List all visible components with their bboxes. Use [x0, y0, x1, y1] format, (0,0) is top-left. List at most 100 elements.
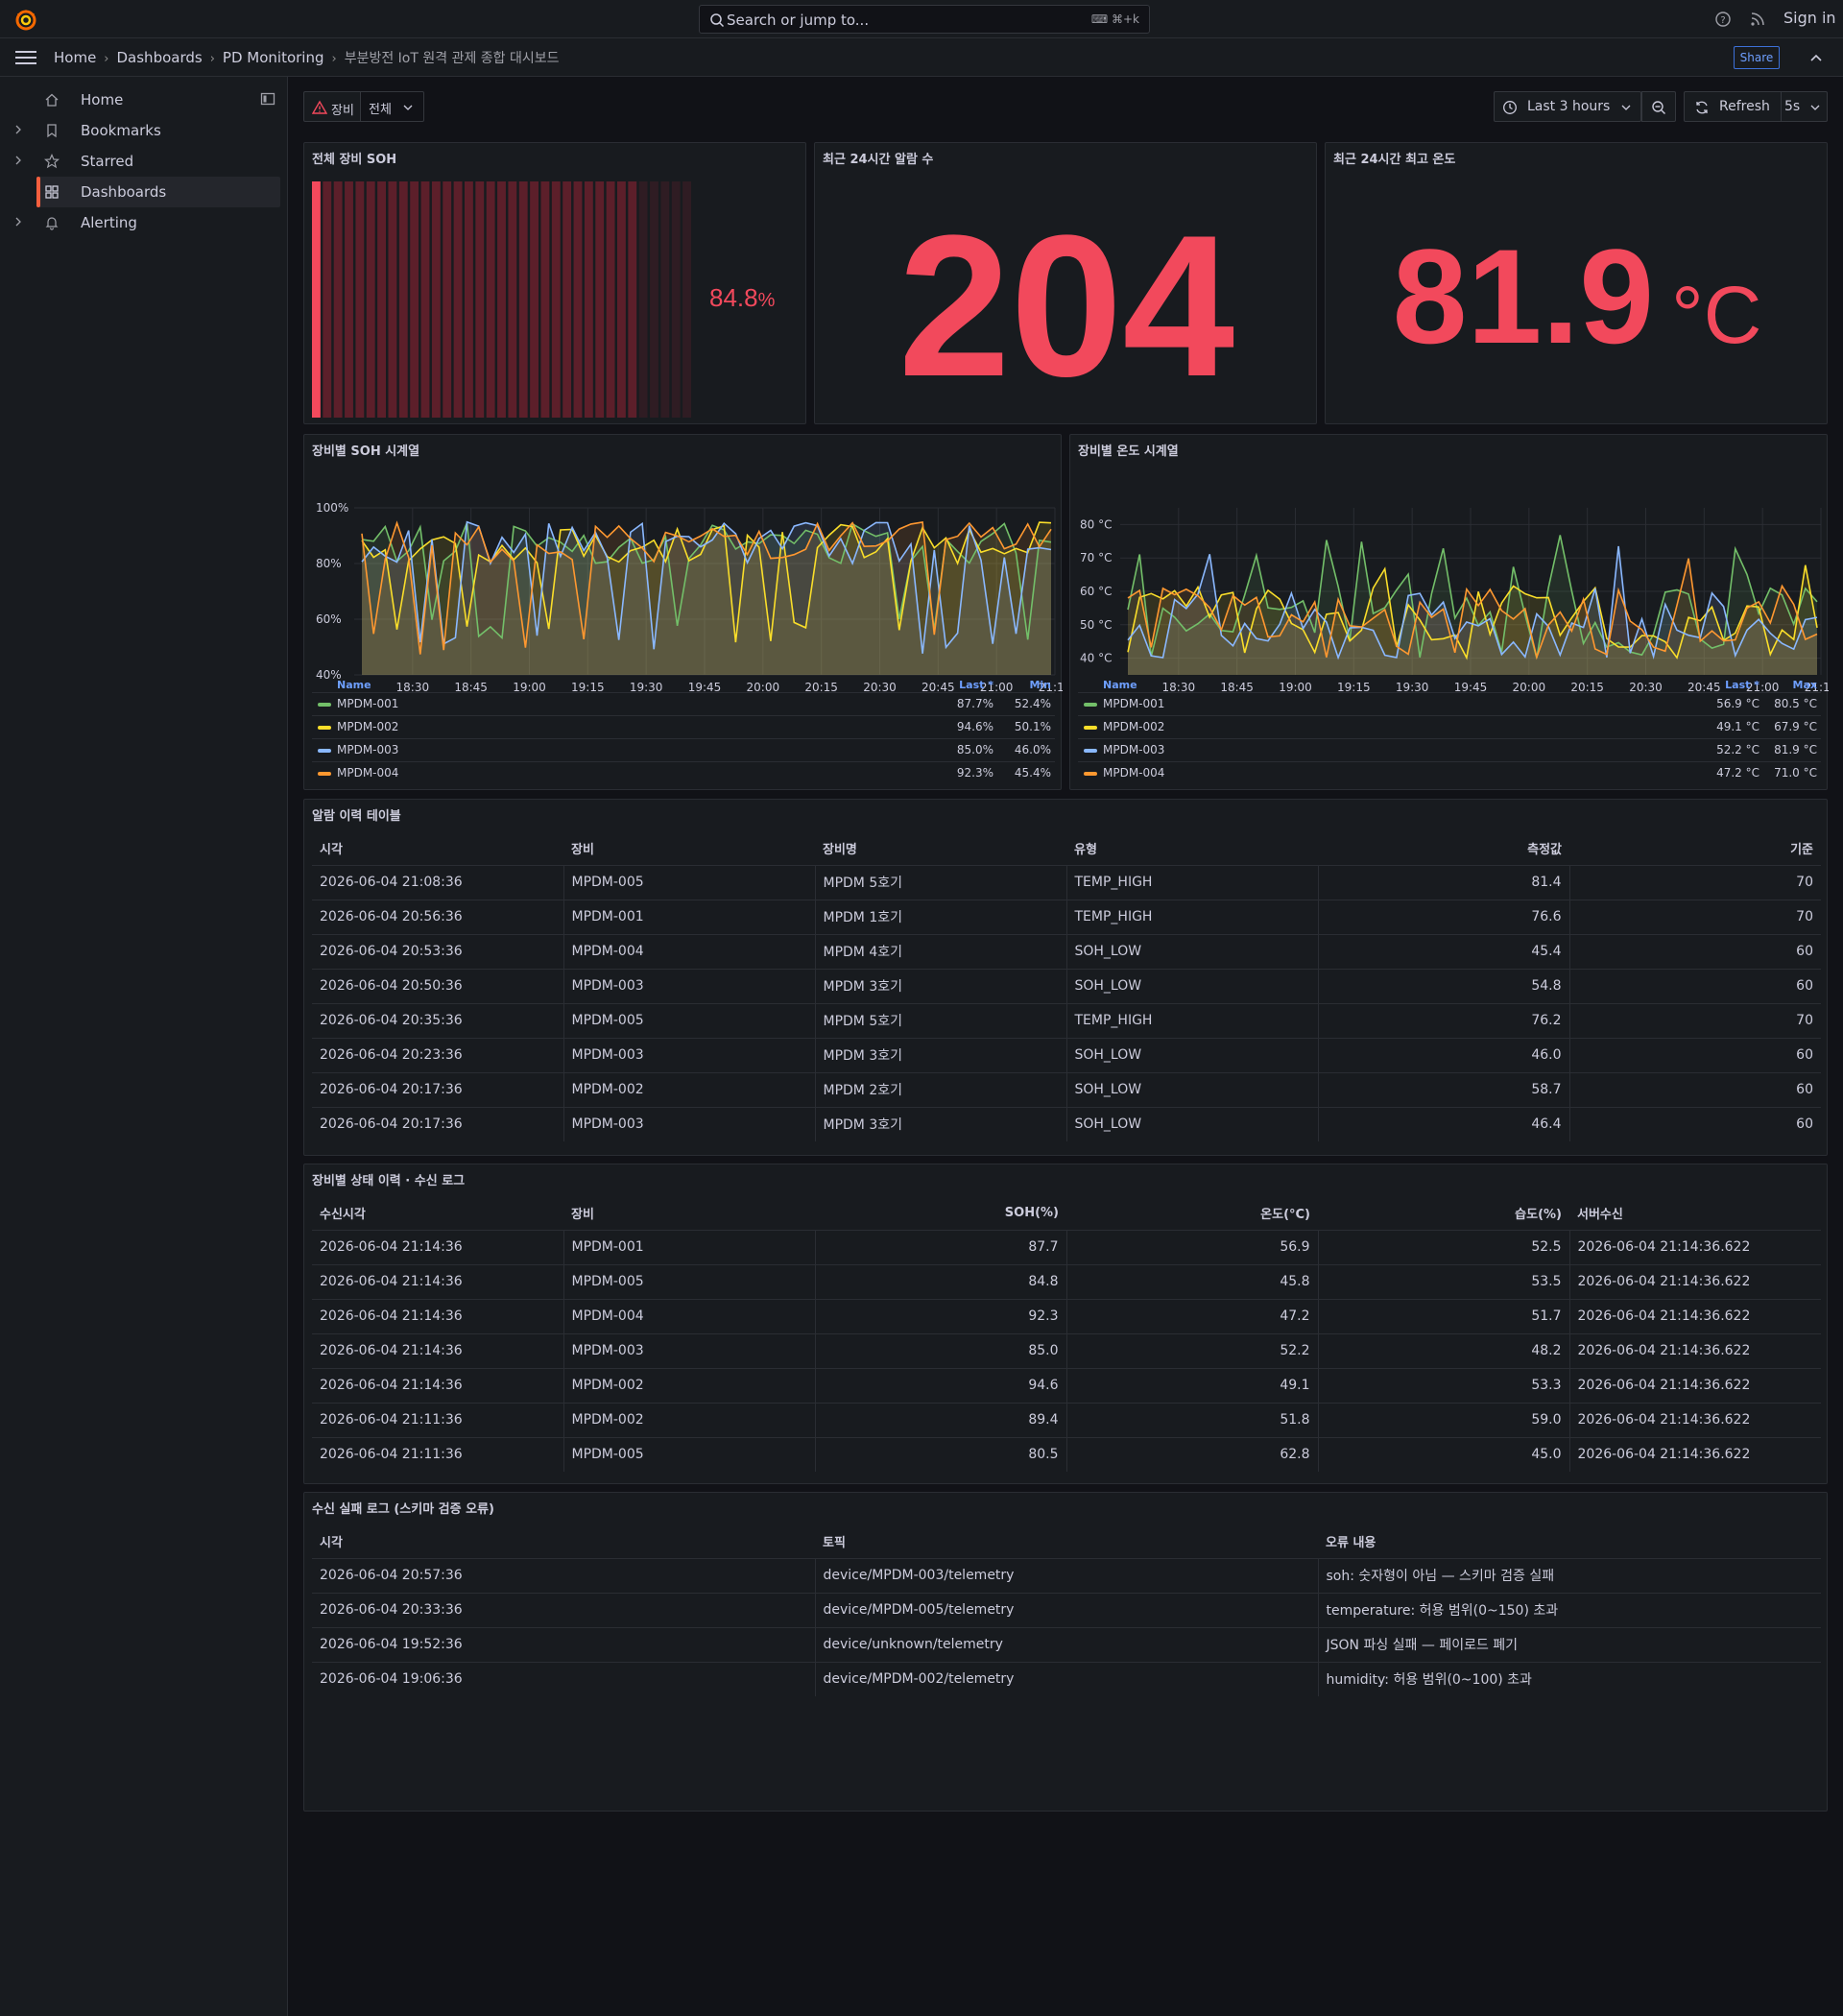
sign-in-link[interactable]: Sign in	[1783, 9, 1836, 27]
breadcrumb-bar: Home › Dashboards › PD Monitoring › 부분방전 IoT 원…	[0, 38, 1843, 77]
legend-row[interactable]: MPDM-004 47.2 °C 71.0 °C	[1078, 761, 1821, 784]
table-cell: device/MPDM-005/telemetry	[814, 1592, 1318, 1627]
table-cell: device/unknown/telemetry	[814, 1626, 1318, 1662]
column-header[interactable]: 유형	[1066, 832, 1318, 865]
legend-header-name[interactable]: Name	[1103, 679, 1137, 691]
receive-failure-panel: 수신 실패 로그 (스키마 검증 오류) 시각 토픽 오류 내용 2026-06…	[303, 1492, 1828, 1812]
legend-row[interactable]: MPDM-002 94.6% 50.1%	[312, 715, 1055, 738]
breadcrumb-dashboards[interactable]: Dashboards	[117, 49, 203, 66]
legend-header-stat[interactable]: Max	[1750, 679, 1817, 691]
max-temp-value: 81.9 °C	[1326, 225, 1829, 387]
table-row[interactable]: 2026-06-04 19:06:36 device/MPDM-002/telem…	[312, 1661, 1821, 1696]
table-row[interactable]: 2026-06-04 21:11:36 MPDM-002 89.4 51.8 59.0 2…	[312, 1402, 1821, 1437]
table-cell: 2026-06-04 21:14:36.622	[1568, 1367, 1821, 1403]
legend-header-name[interactable]: Name	[337, 679, 371, 691]
column-header[interactable]: 기준	[1569, 832, 1821, 865]
table-cell: 2026-06-04 21:08:36	[312, 864, 563, 900]
breadcrumb-home[interactable]: Home	[54, 49, 96, 66]
column-header[interactable]: 시각	[312, 1525, 815, 1558]
chevron-right-icon[interactable]	[13, 217, 23, 227]
breadcrumb-folder[interactable]: PD Monitoring	[223, 49, 324, 66]
legend-row[interactable]: MPDM-003 52.2 °C 81.9 °C	[1078, 738, 1821, 761]
time-range-picker[interactable]: Last 3 hours	[1494, 91, 1641, 122]
table-cell: 60	[1568, 933, 1821, 969]
table-cell: SOH_LOW	[1065, 968, 1318, 1003]
sidebar-item-bookmarks[interactable]: Bookmarks	[36, 115, 280, 146]
legend-row[interactable]: MPDM-001 87.7% 52.4%	[312, 692, 1055, 715]
chevron-right-icon[interactable]	[13, 125, 23, 134]
gauge-cell	[562, 181, 572, 418]
table-row[interactable]: 2026-06-04 20:57:36 device/MPDM-003/telem…	[312, 1557, 1821, 1593]
bell-icon	[45, 217, 59, 230]
legend-row[interactable]: MPDM-003 85.0% 46.0%	[312, 738, 1055, 761]
chevron-down-icon[interactable]	[1810, 103, 1820, 112]
status-table-body: 2026-06-04 21:14:36 MPDM-001 87.7 56.9 52.5 2…	[312, 1229, 1821, 1472]
sidebar-item-alerting[interactable]: Alerting	[36, 207, 280, 238]
table-cell: 81.4	[1317, 864, 1569, 900]
max-temp-unit: °C	[1671, 270, 1762, 360]
column-header[interactable]: 서버수신	[1569, 1197, 1821, 1230]
legend-row[interactable]: MPDM-004 92.3% 45.4%	[312, 761, 1055, 784]
chevron-right-icon[interactable]	[13, 156, 23, 165]
table-cell: SOH_LOW	[1065, 1071, 1318, 1107]
refresh-button[interactable]: Refresh 5s	[1684, 91, 1828, 122]
table-row[interactable]: 2026-06-04 19:52:36 device/unknown/teleme…	[312, 1626, 1821, 1662]
sidebar-item-dashboards[interactable]: Dashboards	[36, 177, 280, 207]
zoom-out-button[interactable]	[1641, 91, 1676, 122]
share-button[interactable]: Share	[1734, 46, 1780, 69]
column-header[interactable]: 장비	[563, 832, 815, 865]
grafana-logo-icon[interactable]	[13, 8, 38, 31]
legend-header-stat[interactable]: Min	[984, 679, 1051, 691]
legend-row[interactable]: MPDM-001 56.9 °C 80.5 °C	[1078, 692, 1821, 715]
column-header[interactable]: 측정값	[1318, 832, 1569, 865]
column-header[interactable]: 오류 내용	[1318, 1525, 1821, 1558]
table-row[interactable]: 2026-06-04 20:35:36 MPDM-005 MPDM 5호기 TEMP_…	[312, 1002, 1821, 1038]
table-row[interactable]: 2026-06-04 20:33:36 device/MPDM-005/telem…	[312, 1592, 1821, 1627]
refresh-interval[interactable]: 5s	[1784, 99, 1800, 114]
chevron-up-icon[interactable]	[1808, 50, 1824, 65]
table-cell: 2026-06-04 20:23:36	[312, 1037, 563, 1072]
gauge-cell	[573, 181, 583, 418]
menu-icon[interactable]	[15, 50, 36, 65]
temp-chart[interactable]: 40 °C50 °C60 °C70 °C80 °C18:30 18:45 19:00…	[1070, 464, 1829, 709]
search-input[interactable]: Search or jump to... ⌨ ⌘+k	[699, 5, 1150, 34]
soh-stat-number: 84.8	[709, 283, 758, 312]
table-row[interactable]: 2026-06-04 21:14:36 MPDM-002 94.6 49.1 53.3 2…	[312, 1367, 1821, 1403]
column-header[interactable]: 장비명	[815, 832, 1066, 865]
table-row[interactable]: 2026-06-04 20:23:36 MPDM-003 MPDM 3호기 SOH_L…	[312, 1037, 1821, 1072]
sidebar-item-starred[interactable]: Starred	[36, 146, 280, 177]
table-row[interactable]: 2026-06-04 21:14:36 MPDM-004 92.3 47.2 51.7 2…	[312, 1298, 1821, 1333]
legend-row[interactable]: MPDM-002 49.1 °C 67.9 °C	[1078, 715, 1821, 738]
sidebar-item-home[interactable]: Home	[36, 84, 280, 115]
table-row[interactable]: 2026-06-04 20:53:36 MPDM-004 MPDM 4호기 SOH_L…	[312, 933, 1821, 969]
table-cell: MPDM-005	[562, 1436, 815, 1472]
news-feed-icon[interactable]	[1749, 11, 1766, 28]
table-row[interactable]: 2026-06-04 20:17:36 MPDM-002 MPDM 2호기 SOH_L…	[312, 1071, 1821, 1107]
table-row[interactable]: 2026-06-04 20:50:36 MPDM-003 MPDM 3호기 SOH_L…	[312, 968, 1821, 1003]
table-cell: SOH_LOW	[1065, 933, 1318, 969]
table-row[interactable]: 2026-06-04 21:08:36 MPDM-005 MPDM 5호기 TEMP_…	[312, 864, 1821, 900]
table-cell: 2026-06-04 21:14:36	[312, 1367, 563, 1403]
column-header[interactable]: SOH(%)	[815, 1197, 1066, 1230]
variable-select[interactable]: 전체	[361, 91, 424, 122]
table-row[interactable]: 2026-06-04 21:11:36 MPDM-005 80.5 62.8 45.0 2…	[312, 1436, 1821, 1472]
column-header[interactable]: 토픽	[815, 1525, 1318, 1558]
column-header[interactable]: 장비	[563, 1197, 815, 1230]
legend-stat-value: 50.1%	[1014, 720, 1051, 733]
column-header[interactable]: 온도(°C)	[1066, 1197, 1318, 1230]
table-row[interactable]: 2026-06-04 21:14:36 MPDM-001 87.7 56.9 52.5 2…	[312, 1229, 1821, 1264]
column-header[interactable]: 습도(%)	[1318, 1197, 1569, 1230]
table-row[interactable]: 2026-06-04 20:56:36 MPDM-001 MPDM 1호기 TEMP_…	[312, 899, 1821, 934]
chevron-down-icon	[403, 105, 413, 110]
soh-chart[interactable]: 40%60%80%100%18:30 18:45 19:00 19:15 19:30 19…	[304, 464, 1063, 709]
divider	[1781, 92, 1782, 121]
gauge-cell	[453, 181, 463, 418]
table-row[interactable]: 2026-06-04 21:14:36 MPDM-003 85.0 52.2 48.2 2…	[312, 1332, 1821, 1368]
column-header[interactable]: 수신시각	[312, 1197, 563, 1230]
panel-title: 수신 실패 로그 (스키마 검증 오류)	[312, 1502, 494, 1517]
table-row[interactable]: 2026-06-04 21:14:36 MPDM-005 84.8 45.8 53.5 2…	[312, 1263, 1821, 1299]
column-header[interactable]: 시각	[312, 832, 563, 865]
table-cell: JSON 파싱 실패 — 페이로드 폐기	[1317, 1626, 1821, 1662]
table-row[interactable]: 2026-06-04 20:17:36 MPDM-003 MPDM 3호기 SOH_L…	[312, 1106, 1821, 1141]
help-icon[interactable]: ?	[1714, 11, 1732, 28]
